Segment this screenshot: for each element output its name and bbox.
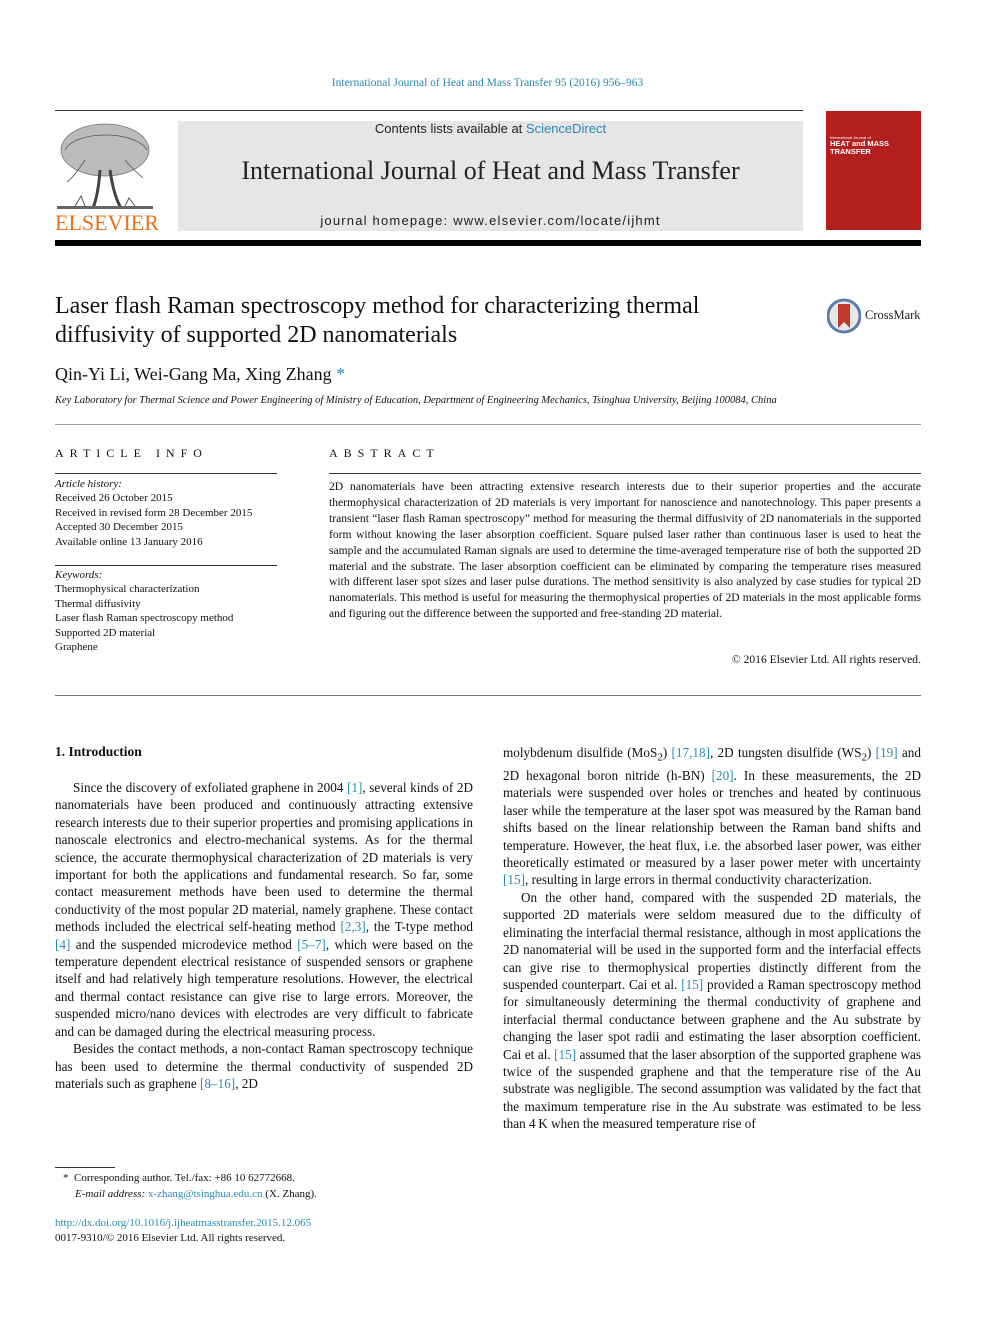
- history-item: Accepted 30 December 2015: [55, 521, 183, 534]
- contents-prefix: Contents lists available at: [374, 121, 526, 136]
- journal-cover-image: International Journal of HEAT and MASS T…: [826, 111, 921, 230]
- corresponding-author-note: Corresponding author. Tel./fax: +86 10 6…: [74, 1172, 295, 1184]
- keywords-label: Keywords:: [55, 569, 103, 581]
- text-segment: Since the discovery of exfoliated graphe…: [73, 780, 347, 795]
- keyword: Laser flash Raman spectroscopy method: [55, 612, 234, 625]
- history-item: Received 26 October 2015: [55, 492, 173, 505]
- paragraph: Since the discovery of exfoliated graphe…: [55, 779, 473, 1040]
- text-segment: , the T-type method: [365, 919, 474, 935]
- paragraph: molybdenum disulfide (MoS2) [17,18], 2D …: [503, 744, 921, 889]
- email-link[interactable]: x-zhang@tsinghua.edu.cn: [148, 1188, 263, 1200]
- divider: [329, 473, 921, 474]
- text-segment: molybdenum disulfide (MoS: [503, 745, 658, 760]
- journal-reference-link[interactable]: International Journal of Heat and Mass T…: [0, 77, 975, 89]
- citation-link[interactable]: [15]: [681, 977, 703, 992]
- journal-homepage[interactable]: journal homepage: www.elsevier.com/locat…: [178, 213, 803, 228]
- affiliation: Key Laboratory for Thermal Science and P…: [55, 395, 777, 406]
- crossmark-label[interactable]: CrossMark: [865, 308, 921, 323]
- abstract-text: 2D nanomaterials have been attracting ex…: [329, 480, 921, 621]
- text-segment: and the suspended microdevice method: [70, 936, 298, 952]
- paragraph: Besides the contact methods, a non-conta…: [55, 1040, 473, 1092]
- divider: [55, 695, 921, 696]
- divider: [55, 473, 277, 474]
- authors[interactable]: Qin-Yi Li, Wei-Gang Ma, Xing Zhang: [55, 364, 332, 384]
- article-info-heading: ARTICLE INFO: [55, 446, 208, 460]
- divider: [55, 110, 803, 111]
- keyword: Thermal diffusivity: [55, 597, 141, 610]
- contents-line: Contents lists available at ScienceDirec…: [178, 121, 803, 136]
- footnote-marker: *: [63, 1172, 69, 1184]
- doi-link[interactable]: http://dx.doi.org/10.1016/j.ijheatmasstr…: [55, 1216, 311, 1231]
- email-label: E-mail address:: [75, 1188, 146, 1200]
- doi-block: http://dx.doi.org/10.1016/j.ijheatmasstr…: [55, 1216, 311, 1246]
- footnote-divider: [55, 1167, 115, 1168]
- citation-link[interactable]: [17,18]: [672, 745, 710, 760]
- email-suffix: (X. Zhang).: [262, 1188, 317, 1200]
- footnote: * Corresponding author. Tel./fax: +86 10…: [55, 1170, 475, 1202]
- crossmark-icon[interactable]: [827, 298, 861, 334]
- text-segment: ): [867, 745, 876, 760]
- body-column-right: molybdenum disulfide (MoS2) [17,18], 2D …: [503, 744, 921, 1133]
- publisher-logo-text: ELSEVIER: [55, 210, 159, 235]
- cover-line3: TRANSFER: [830, 147, 871, 156]
- text-segment: , several kinds of 2D nanomaterials have…: [55, 780, 473, 935]
- history-item: Received in revised form 28 December 201…: [55, 506, 253, 519]
- citation-link[interactable]: [1]: [347, 780, 362, 795]
- keywords: Keywords: Thermophysical characterizatio…: [55, 568, 285, 654]
- divider: [55, 424, 921, 425]
- keyword: Graphene: [55, 641, 98, 654]
- citation-link[interactable]: [2,3]: [340, 919, 365, 934]
- journal-title: International Journal of Heat and Mass T…: [241, 156, 740, 185]
- citation-link[interactable]: [4]: [55, 937, 70, 952]
- issn-copyright: 0017-9310/© 2016 Elsevier Ltd. All right…: [55, 1232, 286, 1244]
- text-segment: , resulting in large errors in thermal c…: [524, 872, 872, 888]
- text-segment: , 2D: [235, 1075, 258, 1091]
- article-history: Article history: Received 26 October 201…: [55, 477, 285, 549]
- article-title: Laser flash Raman spectroscopy method fo…: [55, 293, 700, 348]
- corresponding-author-marker[interactable]: *: [336, 364, 345, 384]
- section-heading: 1. Introduction: [55, 744, 142, 759]
- paragraph: On the other hand, compared with the sus…: [503, 889, 921, 1133]
- divider: [55, 565, 277, 566]
- citation-link[interactable]: [5–7]: [297, 937, 326, 952]
- keyword: Thermophysical characterization: [55, 583, 200, 596]
- abstract-heading: ABSTRACT: [329, 446, 440, 460]
- author-list: Qin-Yi Li, Wei-Gang Ma, Xing Zhang *: [55, 364, 345, 385]
- citation-link[interactable]: [15]: [503, 872, 525, 887]
- keyword: Supported 2D material: [55, 626, 156, 639]
- citation-link[interactable]: [19]: [876, 745, 898, 760]
- text-segment: Besides the contact methods, a non-conta…: [55, 1041, 473, 1091]
- citation-link[interactable]: [15]: [554, 1047, 576, 1062]
- history-item: Available online 13 January 2016: [55, 535, 203, 548]
- abstract-copyright: © 2016 Elsevier Ltd. All rights reserved…: [731, 653, 921, 666]
- body-column-left: Since the discovery of exfoliated graphe…: [55, 779, 473, 1092]
- header-divider: [55, 240, 921, 246]
- text-segment: ): [662, 745, 672, 760]
- text-segment: , 2D tungsten disulfide (WS: [709, 745, 862, 760]
- history-label: Article history:: [55, 478, 122, 490]
- citation-link[interactable]: [20]: [712, 768, 734, 783]
- citation-link[interactable]: [8–16]: [200, 1076, 235, 1091]
- text-segment: . In these measurements, the 2D material…: [503, 768, 922, 871]
- sciencedirect-link[interactable]: ScienceDirect: [526, 121, 606, 136]
